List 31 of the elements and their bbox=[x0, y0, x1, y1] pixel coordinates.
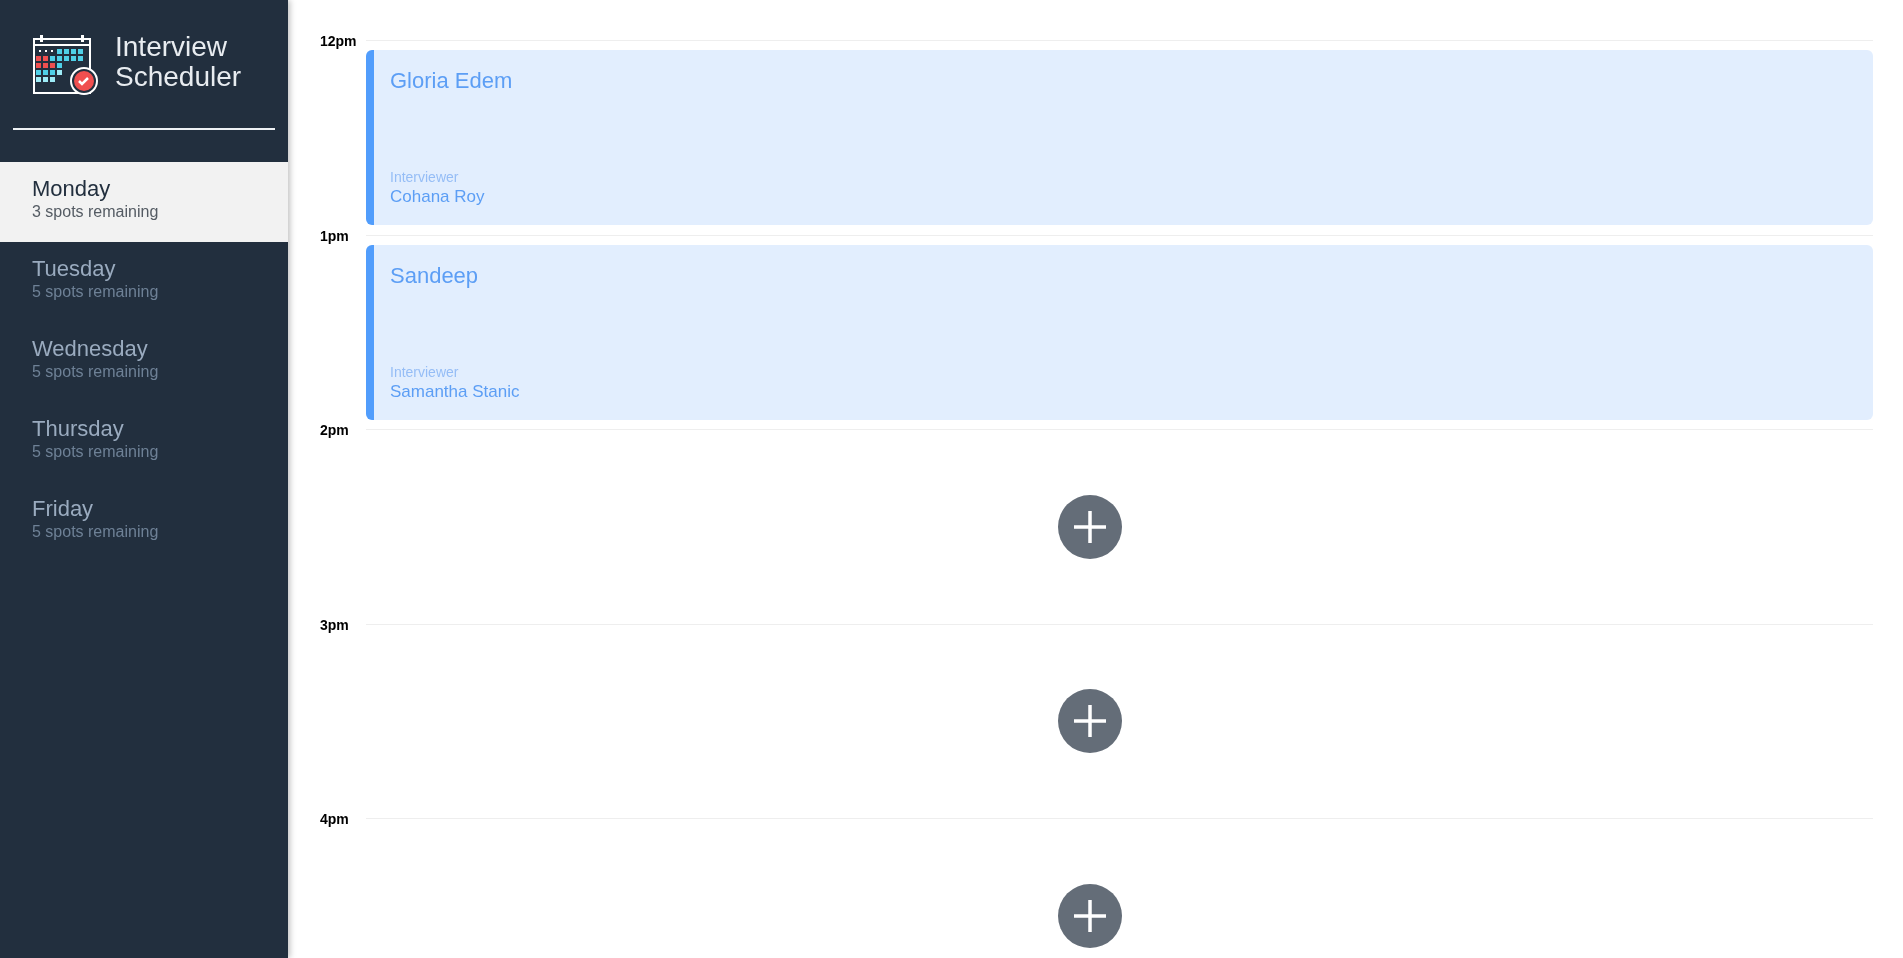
plus-icon bbox=[1073, 899, 1106, 932]
student-name: Sandeep bbox=[390, 262, 480, 289]
day-name: Wednesday bbox=[32, 336, 149, 362]
spots-remaining: 5 spots remaining bbox=[32, 522, 160, 542]
app-title: Interview Scheduler bbox=[115, 32, 243, 92]
day-item[interactable]: Thursday 5 spots remaining bbox=[0, 402, 288, 482]
plus-icon bbox=[1073, 705, 1106, 738]
day-item[interactable]: Friday 5 spots remaining bbox=[0, 482, 288, 562]
spots-remaining: 5 spots remaining bbox=[32, 282, 160, 302]
student-name: Gloria Edem bbox=[390, 68, 514, 94]
time-label: 2pm bbox=[320, 422, 350, 438]
time-label: 12pm bbox=[320, 33, 358, 49]
plus-icon bbox=[1073, 510, 1106, 543]
day-name: Monday bbox=[32, 176, 112, 202]
spots-remaining: 5 spots remaining bbox=[32, 362, 160, 382]
day-item[interactable]: Tuesday 5 spots remaining bbox=[0, 242, 288, 322]
interviewer-label: Interviewer bbox=[390, 169, 460, 186]
spots-remaining: 3 spots remaining bbox=[32, 202, 160, 222]
time-label: 4pm bbox=[320, 811, 350, 827]
interviewer-name: Samantha Stanic bbox=[390, 380, 521, 402]
interviewer-name: Cohana Roy bbox=[390, 186, 486, 207]
spots-remaining: 5 spots remaining bbox=[32, 442, 160, 462]
day-name: Tuesday bbox=[32, 256, 117, 282]
time-label: 3pm bbox=[320, 616, 350, 633]
day-item[interactable]: Wednesday 5 spots remaining bbox=[0, 322, 288, 402]
calendar-icon bbox=[33, 34, 99, 96]
day-item[interactable]: Monday 3 spots remaining bbox=[0, 162, 288, 242]
day-name: Friday bbox=[32, 496, 95, 522]
day-name: Thursday bbox=[32, 416, 125, 442]
interviewer-label: Interviewer bbox=[390, 363, 460, 381]
time-label: 1pm bbox=[320, 227, 350, 244]
